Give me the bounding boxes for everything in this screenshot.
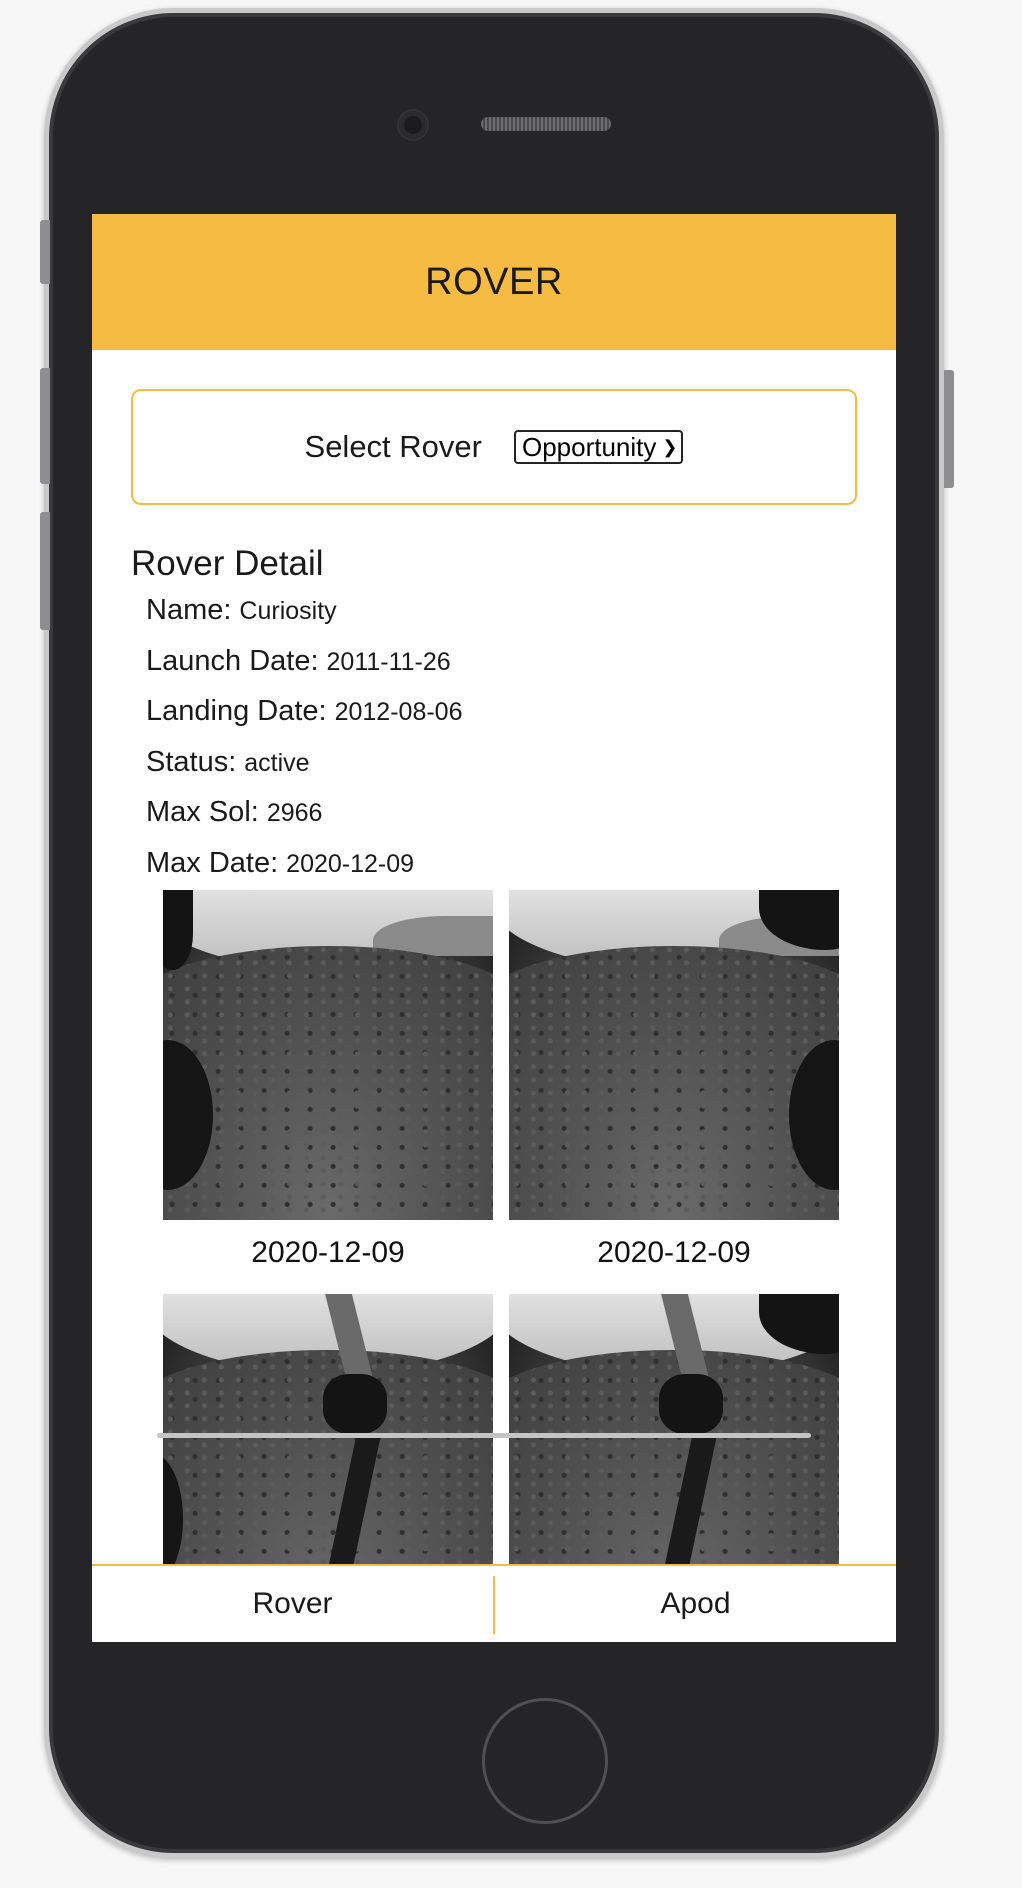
detail-value: 2020-12-09 [286, 849, 415, 878]
detail-key: Name: [146, 594, 232, 626]
volume-down-button [40, 512, 50, 630]
photo-date: 2020-12-09 [251, 1236, 405, 1269]
detail-value: 2011-11-26 [326, 647, 451, 676]
volume-up-button [40, 368, 50, 484]
home-button[interactable] [482, 1698, 608, 1824]
rover-photo[interactable] [509, 1294, 839, 1564]
photo-card[interactable]: 2020-12-09 [163, 890, 493, 1286]
tab-rover[interactable]: Rover [92, 1566, 493, 1642]
rover-select-value: Opportunity [521, 431, 657, 462]
detail-value: 2966 [266, 799, 323, 827]
photo-card[interactable] [163, 1294, 493, 1564]
rover-select-panel: Select Rover Opportunity ❯ [131, 389, 857, 505]
detail-row-landing-date: Landing Date: 2012-08-06 [146, 695, 462, 746]
detail-row-launch-date: Launch Date: 2011-11-26 [146, 645, 462, 696]
detail-row-name: Name: Curiosity [146, 594, 462, 645]
detail-key: Launch Date: [146, 644, 319, 677]
front-camera [399, 111, 427, 139]
detail-row-max-sol: Max Sol: 2966 [146, 796, 462, 847]
detail-key: Max Sol: [146, 796, 259, 828]
select-rover-label: Select Rover [304, 429, 482, 464]
silent-switch [40, 220, 50, 284]
bottom-tab-bar: Rover Apod [92, 1564, 896, 1642]
detail-value: active [244, 748, 310, 777]
rover-photo[interactable] [163, 1294, 493, 1564]
earpiece-speaker [481, 117, 611, 131]
detail-key: Max Date: [146, 846, 279, 879]
app-screen: ROVER Select Rover Opportunity ❯ Rover D… [92, 214, 896, 1642]
photo-date: 2020-12-09 [597, 1236, 751, 1269]
detail-key: Landing Date: [146, 695, 327, 727]
rover-content[interactable]: Select Rover Opportunity ❯ Rover Detail … [92, 350, 896, 1564]
photo-card[interactable]: 2020-12-09 [509, 890, 839, 1286]
app-header: ROVER [92, 214, 896, 350]
page-title: ROVER [425, 260, 563, 303]
rover-detail-heading: Rover Detail [131, 544, 324, 583]
detail-row-status: Status: active [146, 746, 462, 797]
rover-photo[interactable] [163, 890, 493, 1220]
chevron-down-icon: ❯ [662, 436, 678, 457]
detail-value: 2012-08-06 [334, 698, 463, 726]
photo-card[interactable] [509, 1294, 839, 1564]
tab-apod[interactable]: Apod [495, 1566, 896, 1642]
detail-key: Status: [146, 745, 237, 778]
power-button [944, 370, 954, 488]
rover-select-dropdown[interactable]: Opportunity ❯ [513, 430, 684, 464]
rover-detail-list: Name: Curiosity Launch Date: 2011-11-26 … [146, 594, 462, 897]
rover-photo[interactable] [509, 890, 839, 1220]
horizontal-scrollbar[interactable] [157, 1433, 811, 1438]
detail-value: Curiosity [239, 597, 337, 625]
